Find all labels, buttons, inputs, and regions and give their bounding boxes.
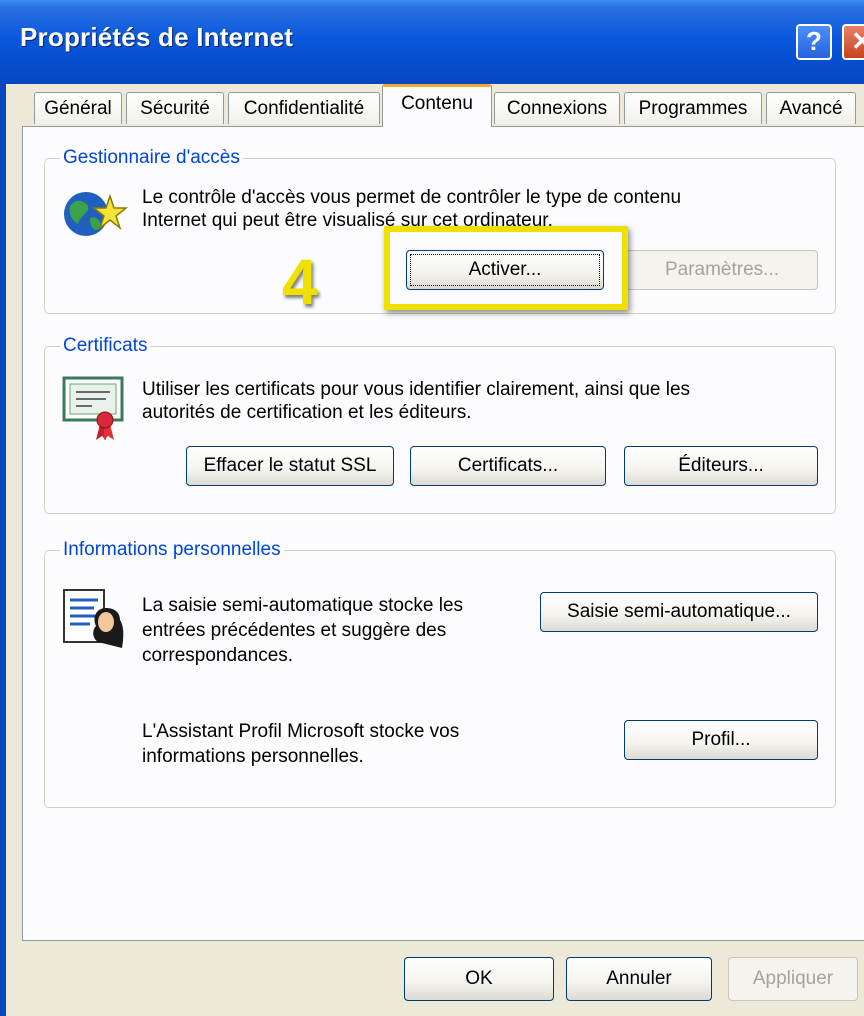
autocomplete-desc-line3: correspondances.	[142, 645, 294, 666]
window-border	[0, 84, 6, 1016]
certificates-desc-line1: Utiliser les certificats pour vous ident…	[142, 379, 691, 400]
tab-advanced[interactable]: Avancé	[766, 92, 856, 124]
help-button[interactable]: ?	[796, 24, 832, 60]
autocomplete-button[interactable]: Saisie semi-automatique...	[540, 592, 818, 632]
close-button[interactable]: ✕	[842, 24, 864, 60]
cancel-button[interactable]: Annuler	[566, 957, 712, 1001]
certificates-desc-line2: autorités de certification et les éditeu…	[142, 402, 472, 423]
ok-button[interactable]: OK	[404, 957, 554, 1001]
tab-security[interactable]: Sécurité	[126, 92, 224, 124]
personal-info-group	[44, 550, 836, 808]
title-bar[interactable]: Propriétés de Internet ? ✕	[0, 0, 864, 84]
certificate-icon	[62, 376, 124, 440]
tab-content[interactable]: Contenu	[382, 84, 492, 127]
personal-info-legend: Informations personnelles	[60, 539, 284, 561]
access-manager-legend: Gestionnaire d'accès	[60, 147, 243, 169]
profile-button[interactable]: Profil...	[624, 720, 818, 760]
step-number: 4	[282, 246, 318, 318]
tab-general[interactable]: Général	[34, 92, 122, 124]
profile-desc-line2: informations personnelles.	[142, 746, 364, 767]
clear-ssl-button[interactable]: Effacer le statut SSL	[186, 446, 394, 486]
certificates-legend: Certificats	[60, 335, 151, 357]
settings-button: Paramètres...	[626, 250, 818, 290]
globe-star-icon	[64, 192, 128, 236]
certificates-button[interactable]: Certificats...	[410, 446, 606, 486]
access-manager-desc-line1: Le contrôle d'accès vous permet de contr…	[142, 187, 682, 208]
profile-desc-line1: L'Assistant Profil Microsoft stocke vos	[142, 721, 460, 742]
autocomplete-icon	[63, 589, 124, 648]
autocomplete-desc-line2: entrées précédentes et suggère des	[142, 620, 447, 641]
window-title: Propriétés de Internet	[20, 22, 294, 52]
internet-properties-window: Propriétés de Internet ? ✕ Général Sécur…	[0, 0, 864, 1016]
autocomplete-desc-line1: La saisie semi-automatique stocke les	[142, 595, 464, 616]
tab-connections[interactable]: Connexions	[494, 92, 620, 124]
certificates-group	[44, 346, 836, 514]
tab-programs[interactable]: Programmes	[624, 92, 762, 124]
apply-button: Appliquer	[728, 957, 858, 1001]
tab-privacy[interactable]: Confidentialité	[228, 92, 380, 124]
step-highlight-box	[384, 226, 628, 310]
publishers-button[interactable]: Éditeurs...	[624, 446, 818, 486]
